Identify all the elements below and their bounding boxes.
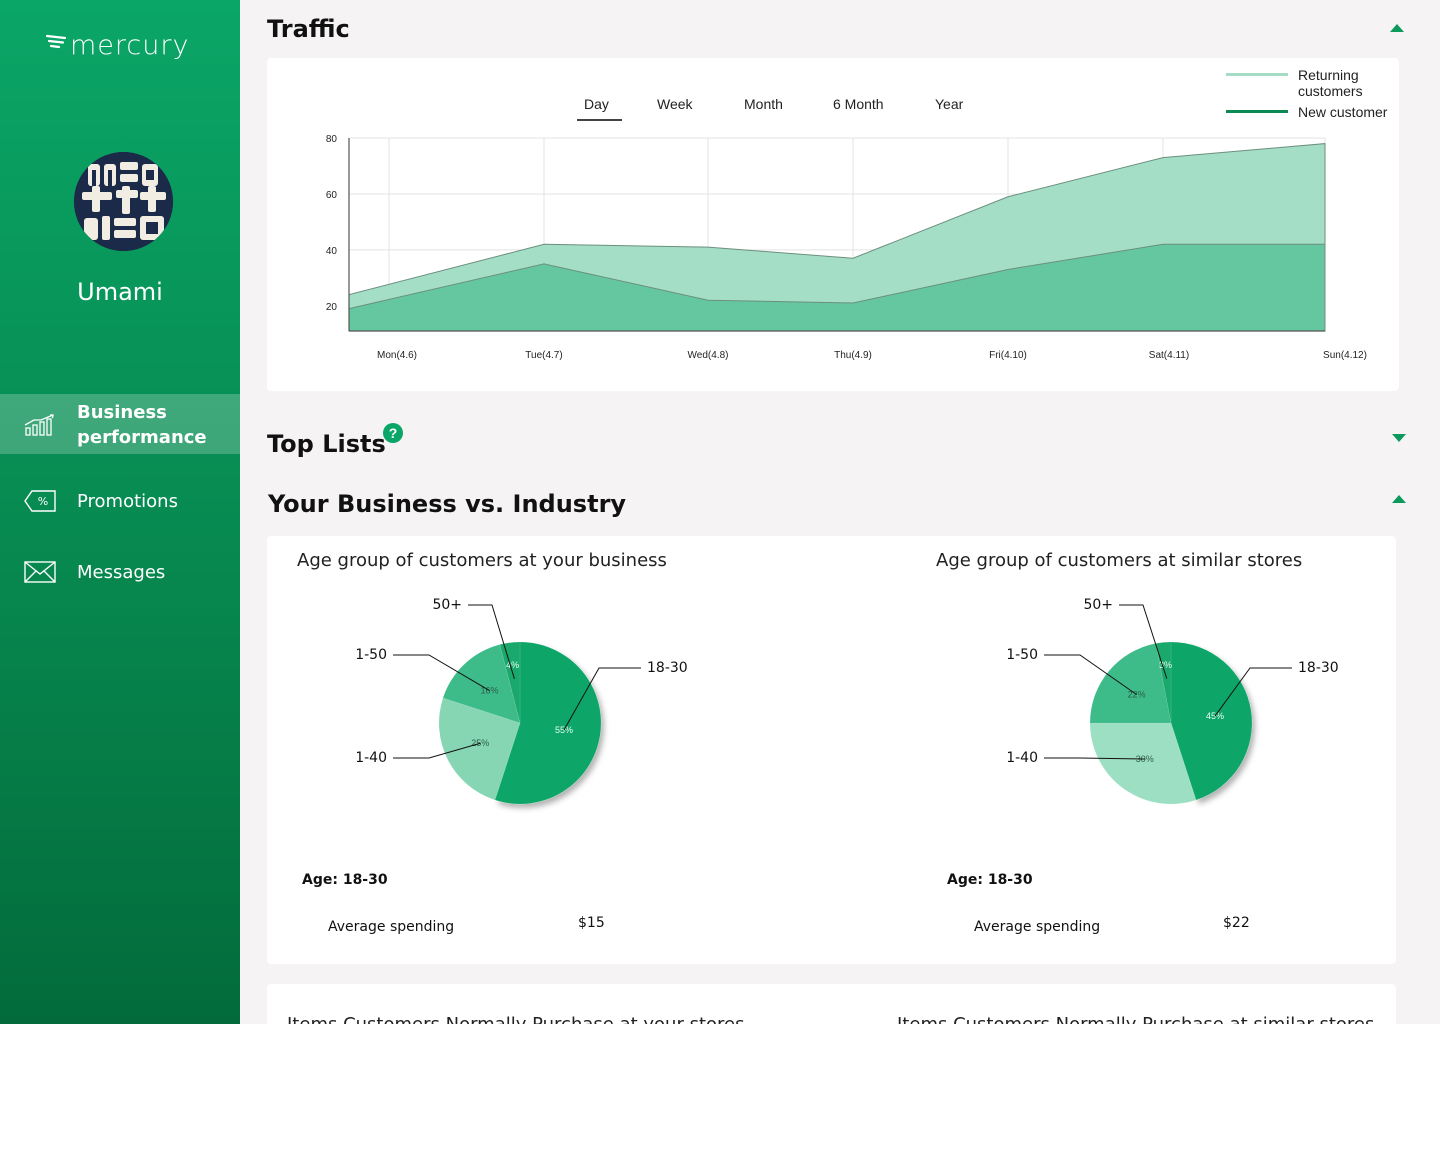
collapse-industry-caret-icon[interactable] bbox=[1392, 495, 1406, 503]
pie-slice-percent: 45% bbox=[1206, 711, 1224, 721]
y-tick-label: 60 bbox=[326, 190, 338, 201]
x-tick-label: Tue(4.7) bbox=[525, 350, 562, 361]
svg-text:%: % bbox=[38, 495, 48, 508]
pie-slice-label: 31-40 bbox=[1008, 750, 1038, 766]
pie-slice-percent: 25% bbox=[471, 738, 489, 748]
sidebar-item-messages[interactable]: Messages bbox=[0, 555, 240, 591]
sidebar-item-label: performance bbox=[77, 427, 207, 448]
help-icon[interactable]: ? bbox=[383, 423, 403, 443]
pie-title-your-business: Age group of customers at your business bbox=[297, 550, 667, 571]
average-spending-value: $22 bbox=[1223, 915, 1250, 931]
pie-slice-label: 31-40 bbox=[357, 750, 387, 766]
traffic-card: Day Week Month 6 Month Year Returning cus… bbox=[267, 58, 1399, 391]
x-tick-label: Fri(4.10) bbox=[989, 350, 1027, 361]
pie-slice-label: 18-30 bbox=[1298, 660, 1339, 676]
age-pie-similar-stores: 45%18-3030%31-4022%41-503%50+ bbox=[1008, 597, 1339, 805]
top-lists-title: Top Lists bbox=[267, 430, 386, 458]
x-tick-label: Thu(4.9) bbox=[834, 350, 872, 361]
y-tick-label: 20 bbox=[326, 302, 338, 313]
age-label-your-business: Age: 18-30 bbox=[302, 872, 388, 888]
envelope-icon bbox=[24, 561, 56, 588]
pie-slice-percent: 55% bbox=[555, 725, 573, 735]
pie-slice-label: 50+ bbox=[432, 597, 462, 613]
pie-title-similar-stores: Age group of customers at similar stores bbox=[936, 550, 1303, 571]
pie-slice-label: 41-50 bbox=[357, 647, 387, 663]
pie-slice-label: 41-50 bbox=[1008, 647, 1038, 663]
sidebar-item-label: Messages bbox=[77, 562, 166, 583]
x-tick-label: Sat(4.11) bbox=[1149, 350, 1189, 361]
x-tick-label: Wed(4.8) bbox=[688, 350, 729, 361]
x-tick-label: Sun(4.12) bbox=[1323, 350, 1367, 361]
app-viewport: mercury Umami Business performance % Pro… bbox=[0, 0, 1440, 1024]
bar-growth-icon bbox=[24, 414, 57, 441]
average-spending-value: $15 bbox=[578, 915, 605, 931]
average-spending-label: Average spending bbox=[974, 919, 1101, 935]
sidebar-item-label: Promotions bbox=[77, 491, 178, 512]
expand-top-lists-caret-icon[interactable] bbox=[1392, 434, 1406, 442]
y-tick-label: 40 bbox=[326, 246, 338, 257]
age-label-similar-stores: Age: 18-30 bbox=[947, 872, 1033, 888]
store-name: Umami bbox=[77, 278, 163, 306]
avatar[interactable] bbox=[74, 152, 173, 251]
wing-logo-icon bbox=[45, 32, 67, 59]
items-card: Items Customers Normally Purchase at you… bbox=[267, 984, 1396, 1024]
sidebar: mercury Umami Business performance % Pro… bbox=[0, 0, 240, 1024]
traffic-title: Traffic bbox=[267, 15, 350, 43]
brand-name: mercury bbox=[70, 30, 190, 61]
sidebar-item-label: Business bbox=[77, 402, 167, 423]
average-spending-label: Average spending bbox=[328, 919, 455, 935]
brand-logo[interactable]: mercury bbox=[45, 30, 190, 61]
sidebar-item-promotions[interactable]: % Promotions bbox=[0, 484, 240, 520]
items-title-your-stores: Items Customers Normally Purchase at you… bbox=[287, 1014, 744, 1024]
sidebar-item-business-performance[interactable]: Business performance bbox=[0, 394, 240, 454]
industry-card: Age group of customers at your business … bbox=[267, 536, 1396, 964]
items-title-similar-stores: Items Customers Normally Purchase at sim… bbox=[897, 1014, 1374, 1024]
y-tick-label: 80 bbox=[326, 134, 338, 145]
pie-slice-label: 18-30 bbox=[647, 660, 688, 676]
traffic-area-chart: 20 40 60 80 Mon(4.6) Tue(4.7) Wed(4.8) Thu(4.9)… bbox=[326, 134, 1367, 361]
pie-slice-label: 50+ bbox=[1083, 597, 1113, 613]
collapse-traffic-caret-icon[interactable] bbox=[1390, 24, 1404, 32]
pie-slice-percent: 4% bbox=[506, 660, 519, 670]
industry-title: Your Business vs. Industry bbox=[268, 490, 627, 518]
x-tick-label: Mon(4.6) bbox=[377, 350, 417, 361]
percent-tag-icon: % bbox=[24, 490, 57, 517]
age-pie-your-business: 55%18-3025%31-4016%41-504%50+ bbox=[357, 597, 688, 805]
